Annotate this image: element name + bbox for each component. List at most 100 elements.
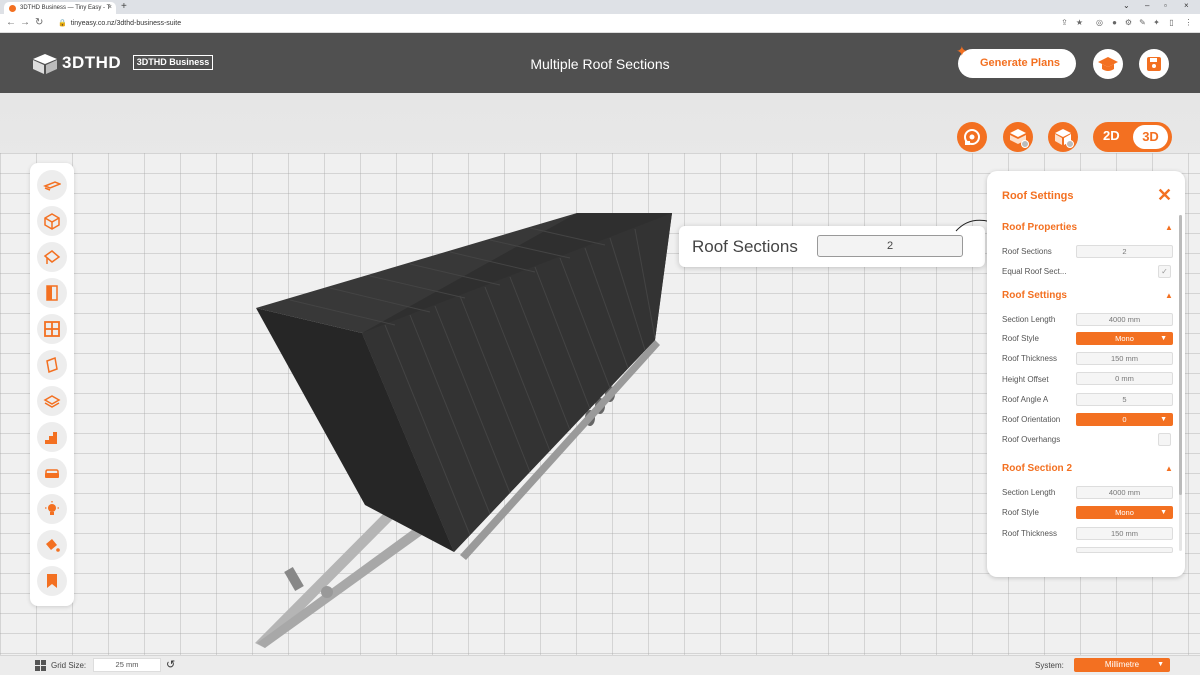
roof-thickness-label: Roof Thickness [1002, 354, 1057, 363]
windows-tool-button[interactable] [37, 314, 67, 344]
star-icon[interactable]: ★ [1075, 18, 1084, 27]
chevron-down-icon: ▼ [1160, 416, 1167, 423]
panel-scrollbar-thumb[interactable] [1179, 215, 1182, 495]
panel-icon [46, 356, 58, 374]
roof-angle-input[interactable]: 5 [1076, 393, 1173, 406]
lighting-tool-button[interactable] [37, 494, 67, 524]
lock-icon: 🔒 [58, 20, 67, 27]
layer-icon [43, 395, 61, 408]
address-bar: ← → ↻ 🔒 tinyeasy.co.nz/3dthd-business-sui… [0, 14, 1200, 33]
chevron-down-icon: ▼ [1160, 509, 1167, 516]
page-title: Multiple Roof Sections [530, 56, 670, 72]
roof-thickness-input[interactable]: 150 mm [1076, 527, 1173, 540]
collapse-icon[interactable]: ▲ [1165, 291, 1173, 300]
puzzle-icon[interactable]: ✦ [1152, 18, 1161, 27]
new-tab-icon[interactable]: + [121, 1, 127, 12]
walls-tool-button[interactable] [37, 206, 67, 236]
menu-icon[interactable]: ⋮ [1184, 18, 1193, 27]
view-mode-toggle[interactable]: 2D 3D [1093, 122, 1172, 152]
roof-thickness-input[interactable]: 150 mm [1076, 352, 1173, 365]
grid-icon [35, 660, 46, 671]
reset-icon[interactable]: ↺ [166, 658, 175, 671]
sidebar-icon[interactable]: ▯ [1167, 18, 1176, 27]
roof-overhangs-checkbox[interactable] [1158, 433, 1171, 446]
tab-close-icon[interactable]: × [108, 4, 112, 11]
unit-system-value: Millimetre [1104, 660, 1140, 669]
truncated-input[interactable] [1076, 547, 1173, 553]
rotate-view-icon [964, 129, 980, 145]
collapse-icon[interactable]: ▲ [1165, 464, 1173, 473]
roof-icon [43, 250, 61, 264]
stairs-tool-button[interactable] [37, 422, 67, 452]
roof-properties-header[interactable]: Roof Properties [1002, 222, 1077, 233]
roof-sections-input[interactable]: 2 [1076, 245, 1173, 258]
furniture-tool-button[interactable] [37, 458, 67, 488]
tutorial-button[interactable] [1093, 49, 1123, 79]
bookmark-icon [47, 574, 57, 588]
view-2d-option[interactable]: 2D [1103, 128, 1120, 143]
roof-style-value: Mono [1115, 508, 1134, 517]
roof-settings-header[interactable]: Roof Settings [1002, 290, 1067, 301]
roof-thickness-label: Roof Thickness [1002, 529, 1057, 538]
chevron-down-icon[interactable]: ⌄ [1123, 1, 1130, 10]
equal-roof-sections-label: Equal Roof Sect... [1002, 267, 1067, 276]
floor-visibility-button[interactable] [1003, 122, 1033, 152]
roof-overhangs-label: Roof Overhangs [1002, 435, 1061, 444]
extension-blue-icon[interactable]: ● [1110, 18, 1119, 27]
wall-visibility-button[interactable] [1048, 122, 1078, 152]
roof-angle-label: Roof Angle A [1002, 395, 1049, 404]
close-icon[interactable]: ✕ [1157, 185, 1172, 206]
sparkle-icon: ✦ [956, 43, 968, 59]
floor-tool-button[interactable] [37, 170, 67, 200]
panel-title: Roof Settings [1002, 190, 1074, 202]
extension-icon[interactable]: ⚙ [1124, 18, 1133, 27]
minimize-icon[interactable]: – [1145, 1, 1149, 10]
trailer-base-icon [43, 181, 61, 191]
camera-view-button[interactable] [957, 122, 987, 152]
share-icon[interactable]: ⇪ [1060, 18, 1069, 27]
roof-tool-button[interactable] [37, 242, 67, 272]
unit-system-select[interactable]: Millimetre ▼ [1074, 658, 1170, 672]
pen-icon[interactable]: ✎ [1138, 18, 1147, 27]
grid-size-input[interactable]: 25 mm [93, 658, 161, 672]
roof-orientation-value: 0 [1122, 415, 1127, 424]
panels-tool-button[interactable] [37, 350, 67, 380]
section-length-label: Section Length [1002, 315, 1056, 324]
bookmark-tool-button[interactable] [37, 566, 67, 596]
window-close-icon[interactable]: × [1184, 1, 1189, 10]
browser-tab[interactable]: 3DTHD Business — Tiny Easy - T × [4, 2, 116, 14]
roof-section-2-header[interactable]: Roof Section 2 [1002, 463, 1072, 474]
camera-icon[interactable]: ◎ [1095, 18, 1104, 27]
save-button[interactable] [1139, 49, 1169, 79]
roof-style-select[interactable]: Mono ▼ [1076, 506, 1173, 519]
maximize-icon[interactable]: ▫ [1164, 1, 1167, 10]
roof-style-select[interactable]: Mono ▼ [1076, 332, 1173, 345]
section-length-input[interactable]: 4000 mm [1076, 313, 1173, 326]
roof-sections-label: Roof Sections [1002, 247, 1052, 256]
window-icon [44, 321, 60, 337]
back-icon[interactable]: ← [6, 17, 16, 28]
roof-orientation-select[interactable]: 0 ▼ [1076, 413, 1173, 426]
section-length-input[interactable]: 4000 mm [1076, 486, 1173, 499]
view-3d-option[interactable]: 3D [1133, 125, 1168, 149]
browser-tab-title: 3DTHD Business — Tiny Easy - T [20, 5, 111, 11]
paint-tool-button[interactable] [37, 530, 67, 560]
generate-plans-button[interactable]: Generate Plans [958, 49, 1076, 78]
ceiling-tool-button[interactable] [37, 386, 67, 416]
equal-roof-sections-checkbox[interactable]: ✓ [1158, 265, 1171, 278]
stairs-icon [45, 432, 57, 444]
roof-style-label: Roof Style [1002, 334, 1039, 343]
url-text: tinyeasy.co.nz/3dthd-business-suite [70, 20, 182, 27]
section-length-label: Section Length [1002, 488, 1056, 497]
reload-icon[interactable]: ↻ [35, 17, 43, 28]
grid-size-label: Grid Size: [51, 661, 87, 670]
doors-tool-button[interactable] [37, 278, 67, 308]
layer-view-icon [1010, 129, 1029, 148]
chevron-down-icon: ▼ [1157, 661, 1164, 668]
collapse-icon[interactable]: ▲ [1165, 223, 1173, 232]
forward-icon[interactable]: → [20, 17, 30, 28]
url-field[interactable]: 🔒 tinyeasy.co.nz/3dthd-business-suite [58, 19, 181, 27]
height-offset-input[interactable]: 0 mm [1076, 372, 1173, 385]
browser-tab-strip: 3DTHD Business — Tiny Easy - T × + ⌄ – ▫… [0, 0, 1200, 14]
sofa-icon [45, 469, 59, 478]
